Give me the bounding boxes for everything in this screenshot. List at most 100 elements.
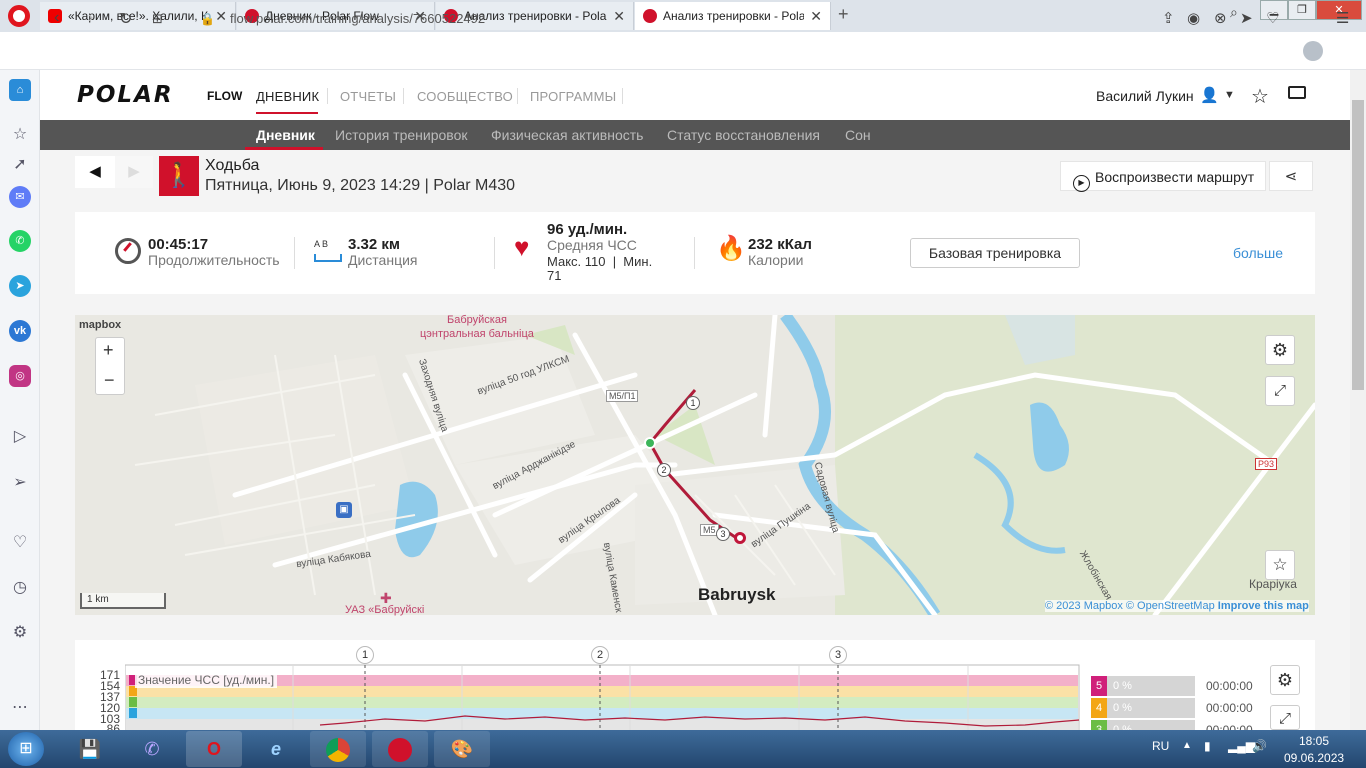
next-session-button[interactable]: ▶ bbox=[115, 156, 153, 188]
camera-icon[interactable]: ◉ bbox=[1187, 9, 1200, 27]
user-icon[interactable]: 👤 bbox=[1200, 86, 1219, 104]
hr-average-value: 96 уд./мин. bbox=[547, 221, 628, 238]
search-tabs-icon[interactable]: ⌕ bbox=[1230, 4, 1238, 21]
vk-icon[interactable]: vk bbox=[9, 320, 31, 342]
map-label-hospital: Бабруйская bbox=[447, 314, 507, 326]
mapbox-credit-link[interactable]: © 2023 Mapbox bbox=[1045, 600, 1123, 612]
taskbar-paint-icon[interactable]: 🎨 bbox=[434, 731, 490, 767]
instagram-icon[interactable]: ◎ bbox=[9, 365, 31, 387]
share-page-icon[interactable]: ⇪ bbox=[1162, 9, 1175, 27]
route-map[interactable] bbox=[75, 315, 1315, 615]
hr-min-value: 71 bbox=[547, 268, 562, 283]
lap-marker[interactable]: 2 bbox=[657, 463, 671, 477]
zoom-out-button[interactable]: − bbox=[104, 370, 115, 391]
player-icon[interactable]: ▷ bbox=[9, 426, 31, 448]
mapbox-logo[interactable]: mapbox bbox=[79, 319, 121, 331]
fullscreen-icon[interactable]: ⤢ bbox=[1265, 376, 1295, 406]
speed-dial-arrow-icon[interactable]: ➚ bbox=[9, 154, 31, 176]
tray-volume-icon[interactable]: 🔊 bbox=[1252, 739, 1267, 753]
adblock-icon[interactable]: ⊗ bbox=[1214, 9, 1227, 27]
chart-settings-icon[interactable]: ⚙ bbox=[1270, 665, 1300, 695]
taskbar-opera-icon[interactable]: O bbox=[186, 731, 242, 767]
close-tab-icon[interactable]: ✕ bbox=[810, 8, 822, 25]
nav-reports[interactable]: ОТЧЕТЫ bbox=[340, 89, 396, 104]
user-name[interactable]: Василий Лукин bbox=[1096, 88, 1194, 104]
browser-tab-active[interactable]: Анализ тренировки - Pola ✕ bbox=[635, 2, 831, 30]
chevron-down-icon[interactable]: ▼ bbox=[1224, 89, 1235, 101]
taskbar-chrome-icon[interactable] bbox=[310, 731, 366, 767]
messages-icon[interactable] bbox=[1288, 86, 1306, 99]
send-flow-icon[interactable]: ➢ bbox=[9, 472, 31, 494]
divider bbox=[294, 237, 295, 269]
opera-menu-icon[interactable] bbox=[8, 5, 30, 27]
favorites-star-icon[interactable]: ☆ bbox=[1251, 84, 1269, 109]
start-button[interactable]: ⊞ bbox=[8, 732, 44, 766]
tray-network-icon[interactable]: ▂▄▆ bbox=[1228, 739, 1255, 753]
scrollbar-thumb[interactable] bbox=[1352, 100, 1364, 390]
lap-marker[interactable]: 2 bbox=[591, 646, 609, 664]
forward-icon[interactable]: › bbox=[88, 9, 93, 27]
tray-expand-icon[interactable]: ▲ bbox=[1182, 740, 1192, 751]
back-icon[interactable]: ‹ bbox=[54, 9, 59, 27]
heart-rate-icon: ♥ bbox=[514, 232, 530, 262]
clock-time[interactable]: 18:05 bbox=[1299, 734, 1329, 748]
taskbar-polar-icon[interactable] bbox=[372, 731, 428, 767]
subnav-recovery[interactable]: Статус восстановления bbox=[667, 127, 820, 143]
share-button[interactable]: ⋖ bbox=[1269, 161, 1313, 191]
lap-marker[interactable]: 3 bbox=[716, 527, 730, 541]
nav-programs[interactable]: ПРОГРАММЫ bbox=[530, 89, 616, 104]
distance-ab-label: A B bbox=[314, 239, 329, 249]
subnav-activity[interactable]: Физическая активность bbox=[491, 127, 643, 143]
close-tab-icon[interactable]: ✕ bbox=[215, 8, 227, 25]
taskbar-viber-icon[interactable]: ✆ bbox=[124, 731, 180, 767]
divider bbox=[494, 237, 495, 269]
map-canvas[interactable] bbox=[75, 315, 1315, 615]
taskbar-save-icon[interactable]: 💾 bbox=[62, 731, 118, 767]
tabs-grid-icon[interactable]: ⊞ bbox=[152, 11, 163, 27]
maximize-button[interactable]: ❐ bbox=[1288, 0, 1316, 20]
language-indicator[interactable]: RU bbox=[1152, 739, 1169, 753]
polar-logo[interactable]: POLAR bbox=[77, 82, 174, 108]
send-icon[interactable]: ➤ bbox=[1240, 9, 1253, 27]
map-scale: 1 km bbox=[80, 593, 166, 609]
easy-setup-icon[interactable]: ☰ bbox=[1336, 9, 1349, 27]
bookmarks-heart-icon[interactable]: ♡ bbox=[9, 532, 31, 554]
previous-session-button[interactable]: ◀ bbox=[75, 156, 115, 188]
tray-battery-icon[interactable]: ▮ bbox=[1204, 739, 1211, 753]
url-field[interactable]: flow.polar.com/training/analysis/7660522… bbox=[230, 11, 485, 26]
subnav-sleep[interactable]: Сон bbox=[845, 127, 871, 143]
history-icon[interactable]: ◷ bbox=[9, 577, 31, 599]
subnav-diary[interactable]: Дневник bbox=[256, 127, 315, 143]
map-road-badge: Р93 bbox=[1255, 458, 1278, 470]
osm-credit-link[interactable]: © OpenStreetMap bbox=[1126, 600, 1215, 612]
more-link[interactable]: больше bbox=[1233, 245, 1283, 261]
new-tab-button[interactable]: + bbox=[838, 4, 849, 25]
heart-icon[interactable]: ♡ bbox=[1266, 9, 1279, 27]
whatsapp-icon[interactable]: ✆ bbox=[9, 230, 31, 252]
nav-community[interactable]: СООБЩЕСТВО bbox=[417, 89, 513, 104]
training-benefit-button[interactable]: Базовая тренировка bbox=[910, 238, 1080, 268]
replay-route-button[interactable]: ▶ Воспроизвести маршрут bbox=[1060, 161, 1266, 192]
profile-avatar[interactable] bbox=[1303, 41, 1323, 61]
hospital-icon: ✚ bbox=[380, 590, 392, 606]
subnav-training-history[interactable]: История тренировок bbox=[335, 127, 467, 143]
lap-marker[interactable]: 1 bbox=[356, 646, 374, 664]
clock-date[interactable]: 09.06.2023 bbox=[1284, 751, 1344, 765]
telegram-icon[interactable]: ➤ bbox=[9, 275, 31, 297]
taskbar-ie-icon[interactable]: e bbox=[248, 731, 304, 767]
messenger-icon[interactable]: ✉ bbox=[9, 186, 31, 208]
map-favorite-star-icon[interactable]: ☆ bbox=[1265, 550, 1295, 580]
more-icon[interactable]: ⋯ bbox=[9, 697, 31, 719]
lap-marker[interactable]: 3 bbox=[829, 646, 847, 664]
chart-fullscreen-icon[interactable]: ⤢ bbox=[1270, 705, 1300, 730]
home-icon[interactable]: ⌂ bbox=[9, 79, 31, 101]
nav-diary[interactable]: ДНЕВНИК bbox=[256, 89, 319, 104]
map-settings-icon[interactable]: ⚙ bbox=[1265, 335, 1295, 365]
speed-dial-star-icon[interactable]: ☆ bbox=[9, 124, 31, 146]
zoom-in-button[interactable]: + bbox=[103, 340, 114, 361]
close-tab-icon[interactable]: ✕ bbox=[613, 8, 625, 25]
settings-icon[interactable]: ⚙ bbox=[9, 622, 31, 644]
lap-marker[interactable]: 1 bbox=[686, 396, 700, 410]
reload-icon[interactable]: ↻ bbox=[119, 9, 132, 29]
improve-map-link[interactable]: Improve this map bbox=[1218, 600, 1309, 612]
